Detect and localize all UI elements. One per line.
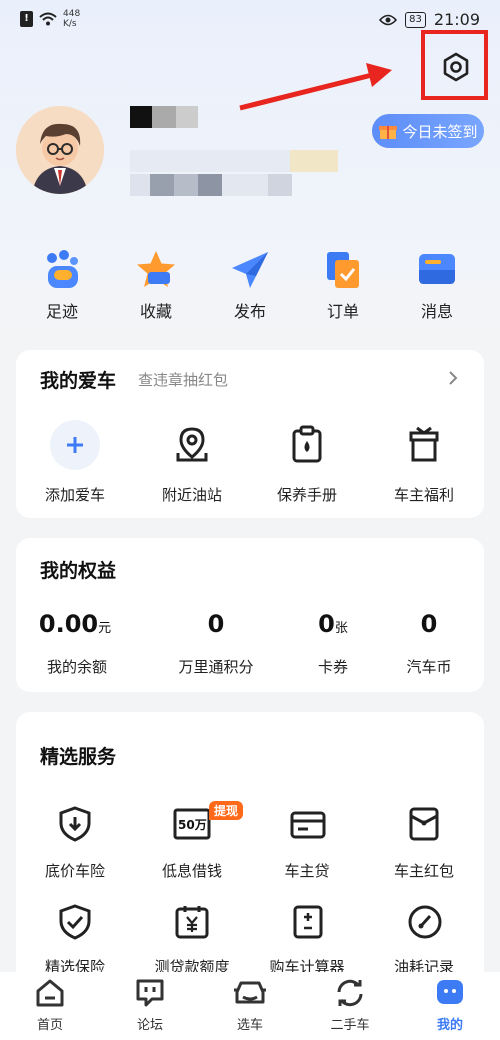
coupons-label: 卡券	[317, 658, 348, 676]
checkin-label: 今日未签到	[402, 122, 478, 141]
bottom-tab-bar: 首页 论坛 选车 二手车 我的	[0, 972, 500, 1040]
avatar[interactable]	[16, 106, 104, 194]
calendar-yuan-icon	[175, 906, 209, 939]
service-label: 底价车险	[44, 862, 105, 880]
battery-level: 83	[405, 11, 426, 28]
star-icon	[137, 251, 175, 287]
clock: 21:09	[433, 10, 480, 29]
car-coins-value: 0	[420, 610, 438, 638]
shield-check-icon	[59, 904, 91, 940]
quick-action-footprint[interactable]: 足迹	[22, 246, 102, 321]
my-car-card: 我的爱车 查违章抽红包 添加爱车 附近油站 保养手册 车主福利	[16, 350, 484, 518]
tab-label: 论坛	[136, 1018, 163, 1033]
points-value: 0	[207, 610, 225, 638]
tab-choose-car[interactable]: 选车	[210, 978, 290, 1033]
location-icon	[176, 427, 208, 462]
quick-action-label: 足迹	[45, 302, 78, 321]
tab-forum[interactable]: 论坛	[110, 978, 190, 1033]
balance-label: 我的余额	[46, 658, 107, 676]
quick-action-messages[interactable]: 消息	[397, 246, 477, 321]
benefits-title: 我的权益	[40, 560, 117, 582]
quick-action-label: 订单	[326, 302, 359, 321]
maintenance-manual-label: 保养手册	[276, 486, 337, 504]
withdraw-badge: 提现	[209, 801, 244, 820]
calculator-icon	[293, 905, 323, 939]
card-icon	[290, 811, 326, 839]
settings-icon[interactable]	[441, 52, 471, 82]
my-car-title: 我的爱车	[40, 370, 117, 392]
shield-download-icon	[59, 806, 91, 842]
forum-icon	[136, 979, 164, 1007]
paper-plane-icon	[232, 252, 268, 288]
manual-icon	[292, 425, 322, 463]
quick-action-favorites[interactable]: 收藏	[116, 246, 196, 321]
quick-action-orders[interactable]: 订单	[303, 246, 383, 321]
sim-alert-icon: !	[20, 11, 33, 27]
tab-label: 我的	[436, 1018, 463, 1033]
chevron-right-icon[interactable]	[448, 370, 458, 386]
profile-icon	[437, 980, 463, 1004]
car-coins-label: 汽车币	[406, 658, 452, 676]
tab-label: 二手车	[330, 1018, 370, 1033]
balance-value: 0.00	[38, 610, 99, 638]
quick-action-label: 收藏	[139, 302, 172, 321]
tab-label: 选车	[236, 1018, 263, 1033]
services-title: 精选服务	[40, 746, 117, 768]
quick-action-publish[interactable]: 发布	[210, 246, 290, 321]
car-icon	[234, 981, 266, 1004]
network-speed-value: 448	[63, 9, 81, 19]
gift-box-icon	[409, 426, 439, 462]
checkin-button[interactable]: 今日未签到	[372, 114, 484, 148]
tab-home[interactable]: 首页	[10, 978, 90, 1033]
order-icon	[327, 252, 359, 288]
add-car-label: 添加爱车	[44, 486, 105, 504]
refresh-icon	[337, 979, 363, 1007]
coupons-value: 0	[318, 610, 335, 638]
benefits-card: 我的权益 0.00元 我的余额 0 万里通积分 0张 卡券 0 汽车币	[16, 538, 484, 692]
footprint-icon	[47, 250, 78, 288]
loan-icon-text: 50万	[178, 818, 207, 832]
home-icon	[36, 979, 64, 1007]
coupons-unit: 张	[334, 621, 348, 636]
service-label: 车主贷	[284, 862, 330, 880]
quick-action-label: 消息	[420, 302, 453, 321]
quick-action-label: 发布	[233, 302, 266, 321]
gift-icon	[379, 126, 398, 139]
balance-unit: 元	[98, 621, 112, 636]
message-icon	[419, 254, 455, 284]
eye-icon	[379, 14, 398, 25]
tab-used-car[interactable]: 二手车	[310, 978, 390, 1033]
plus-icon	[67, 437, 83, 453]
gauge-icon	[408, 905, 442, 939]
red-envelope-icon	[409, 807, 439, 841]
tab-profile[interactable]: 我的	[410, 978, 490, 1033]
tab-label: 首页	[36, 1018, 63, 1033]
wifi-icon	[39, 12, 57, 26]
owner-benefits-label: 车主福利	[393, 486, 454, 504]
service-label: 车主红包	[393, 862, 454, 880]
my-car-subtitle[interactable]: 查违章抽红包	[138, 369, 228, 390]
network-speed-unit: K/s	[63, 19, 77, 29]
points-label: 万里通积分	[178, 658, 254, 676]
nearby-gas-label: 附近油站	[161, 486, 222, 504]
service-label: 低息借钱	[161, 862, 222, 880]
